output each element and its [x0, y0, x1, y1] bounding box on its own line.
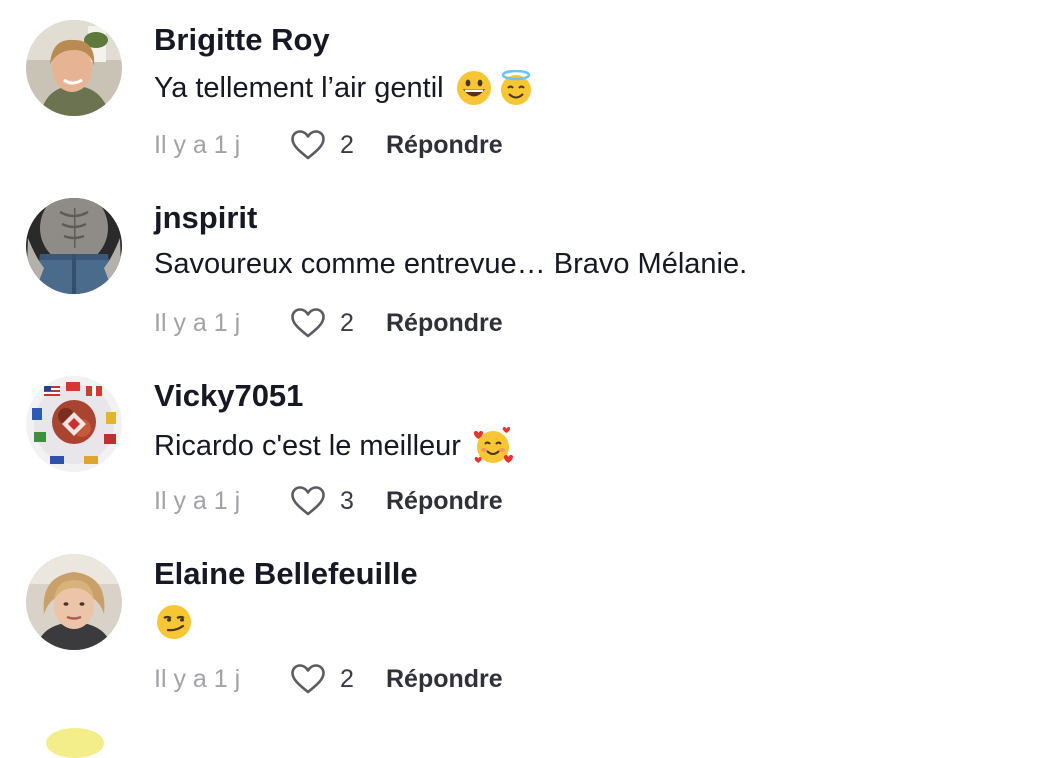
comment-text-content: Ricardo c'est le meilleur [154, 429, 461, 462]
comment-text: Savoureux comme entrevue… Bravo Mélanie. [154, 248, 747, 281]
comment-username[interactable]: jnspirit [154, 200, 257, 236]
like-button[interactable]: 2 [290, 663, 372, 695]
comment-item: jnspirit Savoureux comme entrevue… Bravo… [0, 178, 1060, 356]
comment-time: Il y a 1 j [154, 308, 241, 337]
smirking-face-icon [156, 604, 192, 640]
comment-meta: Il y a 1 j 3 Répondre [154, 484, 503, 518]
comment-text: Ya tellement l’air gentil [154, 69, 534, 106]
heart-icon[interactable] [290, 307, 326, 339]
smiling-face-with-halo-icon [498, 69, 534, 106]
comment-username[interactable]: Elaine Bellefeuille [154, 556, 418, 592]
comment-text-content: Ya tellement l’air gentil [154, 71, 444, 104]
comment-item: Elaine Bellefeuille Il y a 1 j 2 Répondr… [0, 534, 1060, 712]
comment-item: Vicky7051 Ricardo c'est le meilleur Il y… [0, 356, 1060, 534]
comment-meta: Il y a 1 j 2 Répondre [154, 662, 503, 696]
comment-username[interactable]: Vicky7051 [154, 378, 303, 414]
avatar[interactable] [26, 198, 122, 294]
comment-text [154, 604, 192, 640]
like-button[interactable]: 2 [290, 307, 372, 339]
heart-icon[interactable] [290, 129, 326, 161]
heart-icon[interactable] [290, 663, 326, 695]
comment-meta: Il y a 1 j 2 Répondre [154, 128, 503, 162]
avatar[interactable] [26, 554, 122, 650]
reply-button[interactable]: Répondre [386, 309, 503, 338]
comment-item: Brigitte Roy Ya tellement l’air gentil I… [0, 0, 1060, 178]
like-button[interactable]: 2 [290, 129, 372, 161]
like-count: 2 [340, 308, 354, 337]
reply-button[interactable]: Répondre [386, 665, 503, 694]
avatar[interactable] [46, 728, 104, 758]
heart-icon[interactable] [290, 485, 326, 517]
comment-time: Il y a 1 j [154, 130, 241, 159]
comment-username[interactable]: Brigitte Roy [154, 22, 330, 58]
comment-text-content: Savoureux comme entrevue… Bravo Mélanie. [154, 248, 748, 280]
like-count: 2 [340, 664, 354, 693]
avatar[interactable] [26, 376, 122, 472]
grinning-face-icon [456, 70, 492, 106]
comment-text: Ricardo c'est le meilleur [154, 426, 515, 466]
comment-time: Il y a 1 j [154, 664, 241, 693]
reply-button[interactable]: Répondre [386, 487, 503, 516]
comment-time: Il y a 1 j [154, 486, 241, 515]
smiling-face-with-hearts-icon [471, 426, 515, 466]
reply-button[interactable]: Répondre [386, 131, 503, 160]
comment-meta: Il y a 1 j 2 Répondre [154, 306, 503, 340]
like-button[interactable]: 3 [290, 485, 372, 517]
avatar[interactable] [26, 20, 122, 116]
like-count: 3 [340, 486, 354, 515]
like-count: 2 [340, 130, 354, 159]
